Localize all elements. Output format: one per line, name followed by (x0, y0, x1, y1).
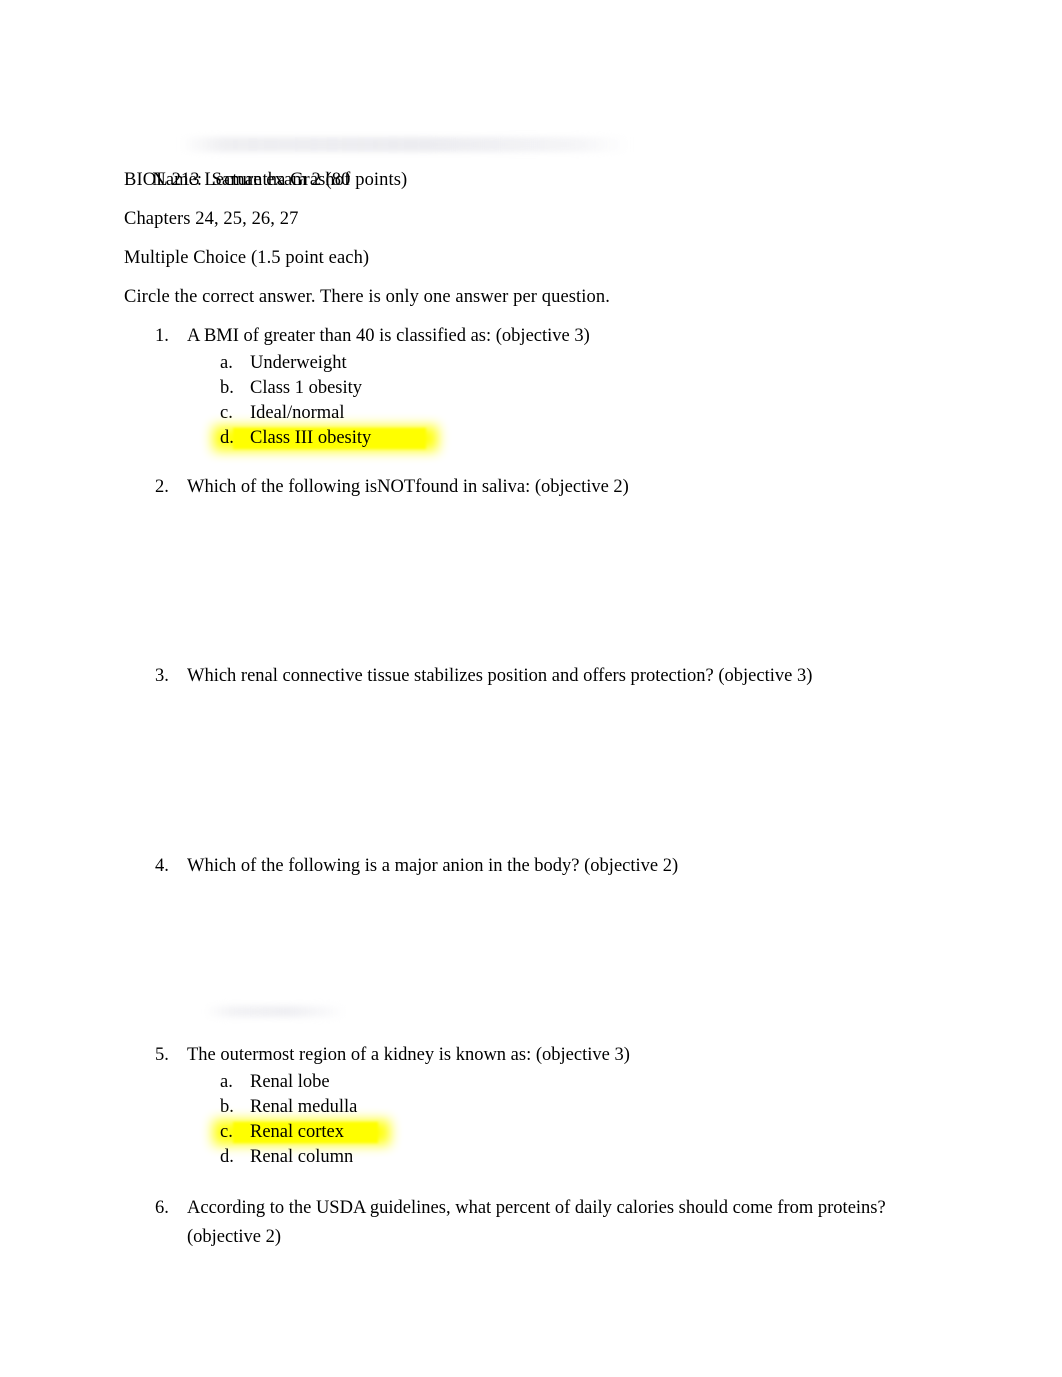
question-number: 2. (155, 477, 169, 497)
option-text: Class 1 obesity (250, 378, 363, 398)
question-text: Which renal connective tissue stabilizes… (187, 666, 813, 686)
question-number: 1. (155, 326, 169, 346)
option-letter: d. (220, 428, 234, 448)
question-4: 4. Which of the following is a major anio… (155, 852, 975, 881)
question-2: 2. Which of the following isNOTfound in s… (155, 473, 975, 502)
question-stem: 2. Which of the following isNOTfound in s… (155, 473, 975, 502)
question-text: The outermost region of a kidney is know… (187, 1045, 630, 1065)
question-6: 6. According to the USDA guidelines, what… (155, 1194, 915, 1252)
option-letter: d. (220, 1147, 234, 1167)
question-text: Which of the following is a major anion … (187, 856, 679, 876)
option-text: Class III obesity (250, 428, 372, 448)
exam-header: Name: Samantha Grashof BIOL 213 Lecture … (124, 122, 944, 317)
option-letter: a. (220, 1072, 233, 1092)
answer-option[interactable]: c. Renal cortex (155, 1120, 975, 1145)
name-redaction-band (180, 137, 630, 152)
answer-option[interactable]: b. Renal medulla (155, 1095, 975, 1120)
option-text: Ideal/normal (250, 403, 345, 423)
question-number: 5. (155, 1045, 169, 1065)
answer-option[interactable]: d. Class III obesity (155, 426, 975, 451)
question-number: 4. (155, 856, 169, 876)
question-text: A BMI of greater than 40 is classified a… (187, 326, 590, 346)
option-text: Renal cortex (250, 1122, 344, 1142)
name-line: Name: Samantha Grashof (124, 122, 944, 190)
question-1: 1. A BMI of greater than 40 is classified… (155, 322, 975, 451)
chapters-line: Chapters 24, 25, 26, 27 (124, 209, 299, 229)
option-letter: c. (220, 403, 233, 423)
answer-option[interactable]: d. Renal column (155, 1145, 975, 1170)
name-value: Samantha Grashof (211, 170, 351, 190)
option-letter: b. (220, 1097, 234, 1117)
question-number: 6. (155, 1198, 169, 1218)
question-text: Which of the following isNOTfound in sal… (187, 477, 629, 497)
option-text: Renal lobe (250, 1072, 330, 1092)
question-text: According to the USDA guidelines, what p… (187, 1198, 886, 1247)
question-number: 3. (155, 666, 169, 686)
question-5: 5. The outermost region of a kidney is kn… (155, 1041, 975, 1170)
redaction-smudge-artifact (205, 1006, 345, 1017)
option-text: Underweight (250, 353, 347, 373)
question-3: 3. Which renal connective tissue stabiliz… (155, 662, 975, 691)
option-text: Renal column (250, 1147, 354, 1167)
answer-option[interactable]: b. Class 1 obesity (155, 376, 975, 401)
question-stem: 1. A BMI of greater than 40 is classified… (155, 322, 975, 351)
answer-option[interactable]: c. Ideal/normal (155, 401, 975, 426)
instruction-line: Circle the correct answer. There is only… (124, 287, 610, 307)
answer-options: a. Renal lobe b. Renal medulla c. Renal corte… (155, 1070, 975, 1170)
answer-options: a. Underweight b. Class 1 obesity c. Ideal/no… (155, 351, 975, 451)
document-page: Name: Samantha Grashof BIOL 213 Lecture … (0, 0, 1062, 1377)
name-label: Name: (152, 170, 203, 190)
question-stem: 6. According to the USDA guidelines, what… (155, 1194, 915, 1252)
question-stem: 5. The outermost region of a kidney is kn… (155, 1041, 975, 1070)
question-stem: 3. Which renal connective tissue stabiliz… (155, 662, 975, 691)
option-letter: b. (220, 378, 234, 398)
section-line: Multiple Choice (1.5 point each) (124, 248, 370, 268)
answer-option[interactable]: a. Renal lobe (155, 1070, 975, 1095)
option-text: Renal medulla (250, 1097, 358, 1117)
option-letter: a. (220, 353, 233, 373)
option-letter: c. (220, 1122, 233, 1142)
question-stem: 4. Which of the following is a major anio… (155, 852, 975, 881)
answer-option[interactable]: a. Underweight (155, 351, 975, 376)
